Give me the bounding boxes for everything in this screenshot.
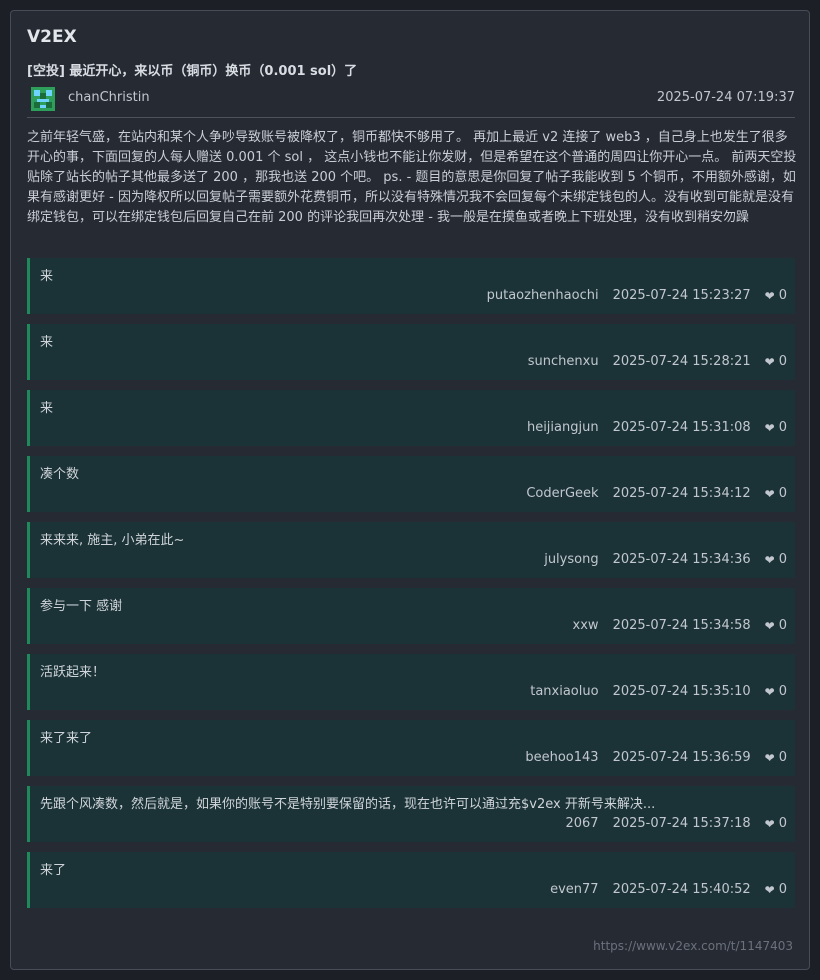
heart-icon: ❤	[764, 750, 775, 765]
reply-meta: sunchenxu 2025-07-24 15:28:21 ❤ 0	[528, 354, 787, 369]
like-count: 0	[778, 552, 787, 567]
like-count: 0	[778, 618, 787, 633]
reply-text: 来了	[40, 863, 67, 878]
reply-user[interactable]: putaozhenhaochi	[487, 288, 599, 303]
reply-likes[interactable]: ❤ 0	[765, 816, 787, 831]
divider	[27, 117, 795, 118]
topic-url[interactable]: https://www.v2ex.com/t/1147403	[593, 939, 793, 953]
reply-meta: beehoo143 2025-07-24 15:36:59 ❤ 0	[525, 750, 787, 765]
reply-item: 来 putaozhenhaochi 2025-07-24 15:23:27 ❤ 0	[27, 258, 795, 314]
reply-time: 2025-07-24 15:34:12	[612, 486, 751, 501]
reply-item: 来来来, 施主, 小弟在此~ julysong 2025-07-24 15:34…	[27, 522, 795, 578]
reply-time: 2025-07-24 15:35:10	[612, 684, 751, 699]
like-count: 0	[778, 816, 787, 831]
reply-user[interactable]: sunchenxu	[528, 354, 599, 369]
reply-item: 来了来了 beehoo143 2025-07-24 15:36:59 ❤ 0	[27, 720, 795, 776]
reply-likes[interactable]: ❤ 0	[765, 552, 787, 567]
author-name[interactable]: chanChristin	[68, 90, 150, 105]
reply-text: 活跃起来！	[40, 665, 106, 680]
reply-item: 来 sunchenxu 2025-07-24 15:28:21 ❤ 0	[27, 324, 795, 380]
reply-meta: even77 2025-07-24 15:40:52 ❤ 0	[550, 882, 787, 897]
heart-icon: ❤	[764, 552, 775, 567]
reply-meta: putaozhenhaochi 2025-07-24 15:23:27 ❤ 0	[487, 288, 787, 303]
topic-content: 之前年轻气盛，在站内和某个人争吵导致账号被降权了，铜币都快不够用了。 再加上最近…	[27, 130, 797, 225]
reply-user[interactable]: xxw	[573, 618, 599, 633]
heart-icon: ❤	[764, 486, 775, 501]
reply-item: 来了 even77 2025-07-24 15:40:52 ❤ 0	[27, 852, 795, 908]
reply-time: 2025-07-24 15:34:58	[612, 618, 751, 633]
reply-text: 凑个数	[40, 467, 80, 482]
heart-icon: ❤	[764, 816, 775, 831]
reply-text: 来来来, 施主, 小弟在此~	[40, 533, 185, 548]
reply-time: 2025-07-24 15:23:27	[612, 288, 751, 303]
reply-time: 2025-07-24 15:40:52	[612, 882, 751, 897]
like-count: 0	[778, 882, 787, 897]
reply-text: 来	[40, 269, 54, 284]
heart-icon: ❤	[764, 354, 775, 369]
heart-icon: ❤	[764, 882, 775, 897]
like-count: 0	[778, 486, 787, 501]
reply-user[interactable]: tanxiaoluo	[530, 684, 598, 699]
reply-user[interactable]: julysong	[544, 552, 598, 567]
reply-text: 来	[40, 335, 54, 350]
reply-user[interactable]: CoderGeek	[526, 486, 598, 501]
reply-item: 先跟个风凑数，然后就是，如果你的账号不是特别要保留的话，现在也许可以通过充$v2…	[27, 786, 795, 842]
reply-item: 来 heijiangjun 2025-07-24 15:31:08 ❤ 0	[27, 390, 795, 446]
reply-item: 活跃起来！ tanxiaoluo 2025-07-24 15:35:10 ❤ 0	[27, 654, 795, 710]
reply-likes[interactable]: ❤ 0	[765, 882, 787, 897]
reply-meta: heijiangjun 2025-07-24 15:31:08 ❤ 0	[527, 420, 787, 435]
reply-likes[interactable]: ❤ 0	[765, 354, 787, 369]
reply-user[interactable]: 2067	[565, 816, 598, 831]
like-count: 0	[778, 750, 787, 765]
reply-likes[interactable]: ❤ 0	[765, 486, 787, 501]
reply-user[interactable]: beehoo143	[525, 750, 598, 765]
reply-likes[interactable]: ❤ 0	[765, 684, 787, 699]
reply-item: 凑个数 CoderGeek 2025-07-24 15:34:12 ❤ 0	[27, 456, 795, 512]
heart-icon: ❤	[764, 420, 775, 435]
reply-user[interactable]: even77	[550, 882, 598, 897]
like-count: 0	[778, 288, 787, 303]
like-count: 0	[778, 684, 787, 699]
reply-meta: julysong 2025-07-24 15:34:36 ❤ 0	[544, 552, 787, 567]
reply-time: 2025-07-24 15:28:21	[612, 354, 751, 369]
reply-meta: xxw 2025-07-24 15:34:58 ❤ 0	[573, 618, 787, 633]
reply-text: 来	[40, 401, 54, 416]
reply-meta: 2067 2025-07-24 15:37:18 ❤ 0	[565, 816, 787, 831]
site-name[interactable]: V2EX	[27, 27, 77, 47]
reply-user[interactable]: heijiangjun	[527, 420, 599, 435]
heart-icon: ❤	[764, 288, 775, 303]
like-count: 0	[778, 354, 787, 369]
reply-meta: tanxiaoluo 2025-07-24 15:35:10 ❤ 0	[530, 684, 787, 699]
reply-meta: CoderGeek 2025-07-24 15:34:12 ❤ 0	[526, 486, 787, 501]
reply-likes[interactable]: ❤ 0	[765, 420, 787, 435]
reply-time: 2025-07-24 15:36:59	[612, 750, 751, 765]
pixel-avatar-icon[interactable]	[31, 87, 55, 111]
reply-item: 参与一下 感谢 xxw 2025-07-24 15:34:58 ❤ 0	[27, 588, 795, 644]
reply-text: 来了来了	[40, 731, 93, 746]
reply-likes[interactable]: ❤ 0	[765, 618, 787, 633]
topic-card: V2EX [空投] 最近开心，来以币（铜币）换币（0.001 sol）了 cha…	[10, 10, 810, 970]
reply-time: 2025-07-24 15:34:36	[612, 552, 751, 567]
post-time: 2025-07-24 07:19:37	[656, 90, 795, 105]
like-count: 0	[778, 420, 787, 435]
reply-list: 来 putaozhenhaochi 2025-07-24 15:23:27 ❤ 0…	[27, 258, 795, 918]
reply-likes[interactable]: ❤ 0	[765, 288, 787, 303]
reply-text: 先跟个风凑数，然后就是，如果你的账号不是特别要保留的话，现在也许可以通过充$v2…	[40, 797, 656, 812]
reply-time: 2025-07-24 15:31:08	[612, 420, 751, 435]
heart-icon: ❤	[764, 684, 775, 699]
heart-icon: ❤	[764, 618, 775, 633]
reply-text: 参与一下 感谢	[40, 599, 123, 614]
author-row: chanChristin 2025-07-24 07:19:37	[27, 86, 795, 111]
topic-title: [空投] 最近开心，来以币（铜币）换币（0.001 sol）了	[27, 64, 358, 79]
reply-time: 2025-07-24 15:37:18	[612, 816, 751, 831]
reply-likes[interactable]: ❤ 0	[765, 750, 787, 765]
